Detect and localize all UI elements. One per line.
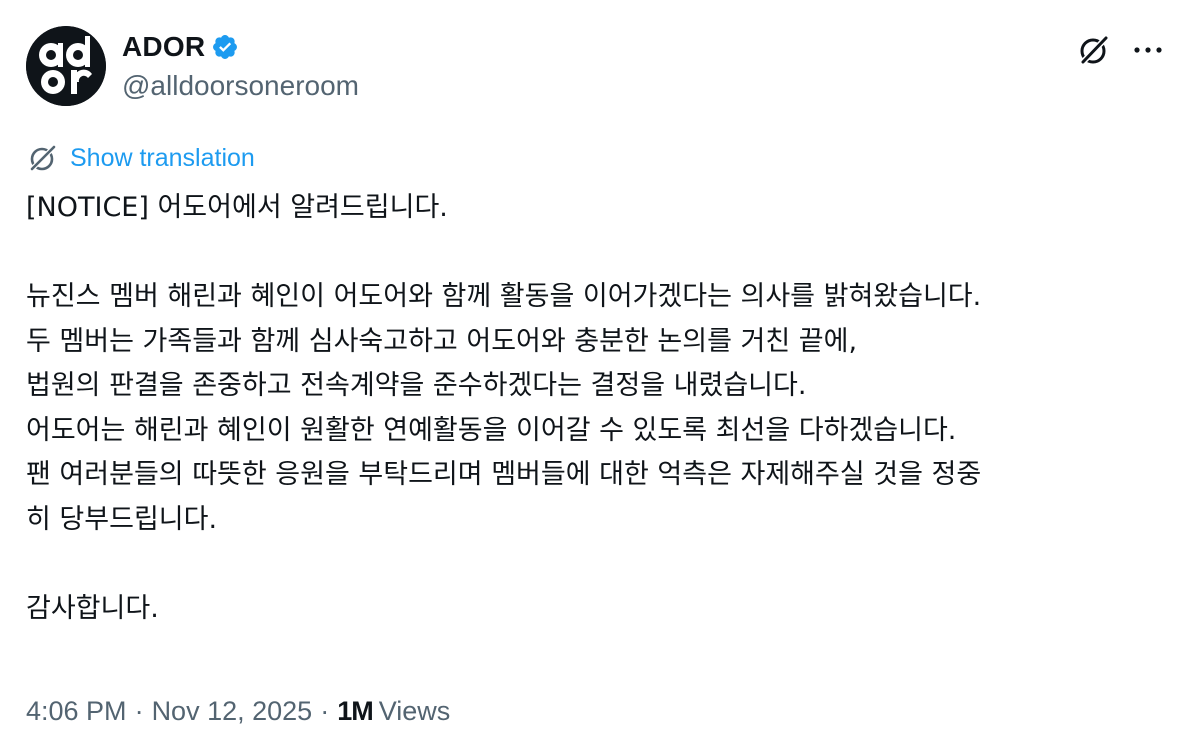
translate-icon — [28, 143, 58, 173]
meta-separator: · — [134, 696, 144, 726]
display-name-row: ADOR — [122, 30, 359, 64]
header-actions — [1076, 32, 1166, 68]
views-count[interactable]: 1M — [337, 696, 374, 727]
translate-row[interactable]: Show translation — [28, 140, 255, 176]
tweet-text-line: 팬 여러분들의 따뜻한 응원을 부탁드리며 멤버들에 대한 억측은 자제해주실 … — [26, 459, 982, 490]
tweet: ADOR @alldoorsoneroom Show translation [… — [0, 0, 1190, 752]
post-date[interactable]: Nov 12, 2025 — [152, 696, 313, 727]
tweet-text-line: 법원의 판결을 존중하고 전속계약을 준수하겠다는 결정을 내렸습니다. — [26, 370, 807, 401]
meta-separator: · — [320, 696, 330, 726]
tweet-text-line: 감사합니다. — [26, 592, 159, 624]
tweet-text-line: 히 당부드립니다. — [26, 503, 218, 535]
views-label[interactable]: Views — [379, 696, 451, 727]
tweet-text-line: 두 멤버는 가족들과 함께 심사숙고하고 어도어와 충분한 논의를 거친 끝에, — [26, 325, 858, 357]
ador-logo-icon — [26, 26, 106, 106]
tweet-header: ADOR @alldoorsoneroom — [26, 26, 1166, 106]
show-translation-link[interactable]: Show translation — [70, 144, 255, 173]
tweet-text: [NOTICE] 어도어에서 알려드립니다. 뉴진스 멤버 해린과 혜인이 어도… — [26, 186, 1166, 631]
tweet-meta: 4:06 PM · Nov 12, 2025 · 1M Views — [26, 696, 450, 727]
display-name[interactable]: ADOR — [122, 31, 205, 63]
grok-icon[interactable] — [1076, 32, 1112, 68]
verified-badge-icon[interactable] — [211, 33, 239, 61]
tweet-text-line: [NOTICE] 어도어에서 알려드립니다. — [26, 192, 448, 223]
author-handle[interactable]: @alldoorsoneroom — [122, 70, 359, 102]
avatar[interactable] — [26, 26, 106, 106]
tweet-text-line: 뉴진스 멤버 해린과 혜인이 어도어와 함께 활동을 이어가겠다는 의사를 밝혀… — [26, 281, 982, 312]
post-time[interactable]: 4:06 PM — [26, 696, 127, 727]
author-info: ADOR @alldoorsoneroom — [122, 30, 359, 102]
more-options-icon[interactable] — [1130, 32, 1166, 68]
tweet-text-line: 어도어는 해린과 혜인이 원활한 연예활동을 이어갈 수 있도록 최선을 다하겠… — [26, 414, 957, 446]
